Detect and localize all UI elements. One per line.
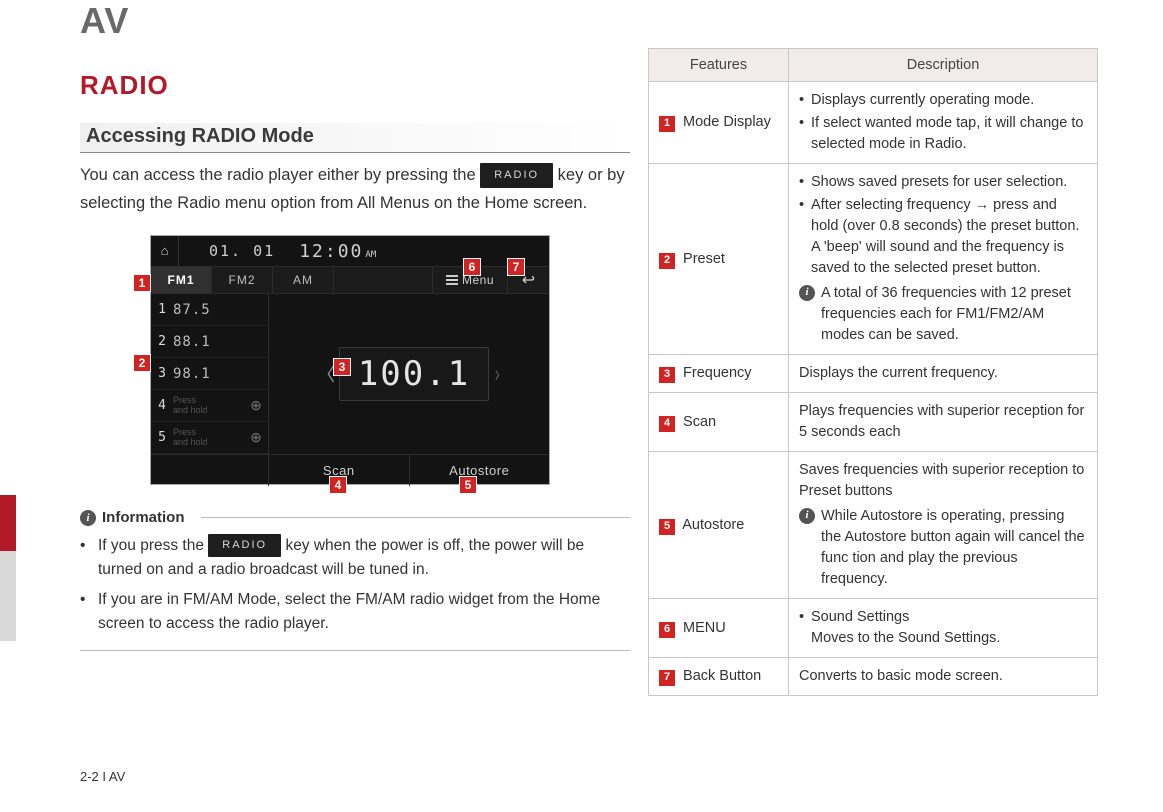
info-title: Information [102,509,185,526]
badge-1: 1 [659,116,675,132]
intro-text-1: You can access the radio player either b… [80,166,480,184]
frequency-desc: Displays the current frequency. [789,355,1098,393]
radio-heading: RADIO [80,70,630,101]
mode-d1: Displays currently operating mode. [811,90,1034,111]
radio-hardkey-chip: RADIO [208,534,281,557]
section-subtitle: Accessing RADIO Mode [80,123,630,153]
badge-4: 4 [659,416,675,432]
info-b1a: If you press the [98,537,208,554]
preset-1[interactable]: 1 87.5 [151,294,268,326]
tune-up-icon[interactable]: 〉 [495,367,505,382]
callout-7: 7 [507,258,525,276]
info-icon: i [80,510,96,526]
info-rule [201,517,631,518]
tab-fm2[interactable]: FM2 [212,267,273,293]
autostore-button[interactable]: Autostore [410,455,550,486]
bullet-dot: • [80,534,98,582]
info-icon: i [799,285,815,301]
callout-1: 1 [133,274,151,292]
time-ampm: AM [363,250,376,262]
tab-fm1[interactable]: FM1 [151,267,212,293]
bullet-dot: • [80,588,98,636]
preset-list: 1 87.5 2 88.1 3 98.1 4 Press [151,294,269,454]
radio-hardkey-chip: RADIO [480,163,553,188]
callout-5: 5 [459,476,477,494]
preset-3-value: 98.1 [173,366,268,382]
row-autostore: 5 Autostore [649,452,789,599]
row-preset: 2 Preset [649,164,789,355]
preset-4[interactable]: 4 Press and hold ⊕ [151,390,268,422]
info-bullet-2: If you are in FM/AM Mode, select the FM/… [98,588,630,636]
home-icon[interactable]: ⌂ [151,236,179,266]
preset-2-value: 88.1 [173,334,268,350]
callout-3: 3 [333,358,351,376]
preset-5[interactable]: 5 Press and hold ⊕ [151,422,268,454]
scan-label: Scan [683,414,716,430]
menu-d2: Moves to the Sound Settings. [799,628,1087,649]
mode-d2: If select wanted mode tap, it will chang… [811,113,1087,155]
preset-d1: Shows saved presets for user selection. [811,172,1067,193]
radio-ui-screenshot: ⌂ 01. 01 12:00 AM FM1 FM2 AM Menu ↩ [150,235,550,485]
status-time: 12:00 AM [299,241,376,262]
frequency-display: 100.1 [339,347,489,401]
frequency-label: Frequency [683,365,752,381]
preset-d2: After selecting frequency → press and ho… [811,195,1087,279]
frequency-value: 100.1 [358,354,470,394]
preset-empty-b: and hold [173,405,208,415]
hamburger-icon [446,273,458,287]
callout-2: 2 [133,354,151,372]
autostore-label: Autostore [682,517,744,533]
autostore-info: While Autostore is operating, pressing t… [821,506,1087,590]
preset-3[interactable]: 3 98.1 [151,358,268,390]
side-grey-tab [0,551,16,641]
back-label: Back Button [683,668,761,684]
side-red-tab [0,495,16,551]
info-icon: i [799,508,815,524]
status-date: 01. 01 [179,242,299,260]
row-scan: 4 Scan [649,393,789,452]
preset-empty-a2: Press [173,427,196,437]
callout-4: 4 [329,476,347,494]
mode-display-label: Mode Display [683,114,771,130]
av-heading: AV [80,0,630,42]
preset-1-value: 87.5 [173,302,268,318]
time-value: 12:00 [299,241,363,262]
row-frequency: 3 Frequency [649,355,789,393]
badge-3: 3 [659,367,675,383]
intro-paragraph: You can access the radio player either b… [80,161,630,217]
preset-empty-a: Press [173,395,196,405]
page-footer: 2-2 I AV [80,769,125,784]
menu-d1: Sound Settings [811,607,909,628]
back-desc: Converts to basic mode screen. [789,658,1098,696]
badge-6: 6 [659,622,675,638]
add-icon: ⊕ [244,429,268,446]
preset-info: A total of 36 frequencies with 12 preset… [821,283,1087,346]
th-description: Description [789,49,1098,82]
info-rule-bottom [80,650,630,651]
preset-label: Preset [683,251,725,267]
callout-6: 6 [463,258,481,276]
preset-empty-b2: and hold [173,437,208,447]
th-features: Features [649,49,789,82]
autostore-desc: Saves frequencies with superior receptio… [799,460,1087,502]
badge-5: 5 [659,519,675,535]
tab-am[interactable]: AM [273,267,334,293]
features-table: Features Description 1 Mode Display •Dis… [648,48,1098,696]
info-bullet-1: If you press the RADIO key when the powe… [98,534,630,582]
badge-2: 2 [659,253,675,269]
row-back: 7 Back Button [649,658,789,696]
preset-2[interactable]: 2 88.1 [151,326,268,358]
menu-label: MENU [683,620,726,636]
add-icon: ⊕ [244,397,268,414]
row-mode-display: 1 Mode Display [649,82,789,164]
row-menu: 6 MENU [649,599,789,658]
badge-7: 7 [659,670,675,686]
scan-desc: Plays frequencies with superior receptio… [789,393,1098,452]
